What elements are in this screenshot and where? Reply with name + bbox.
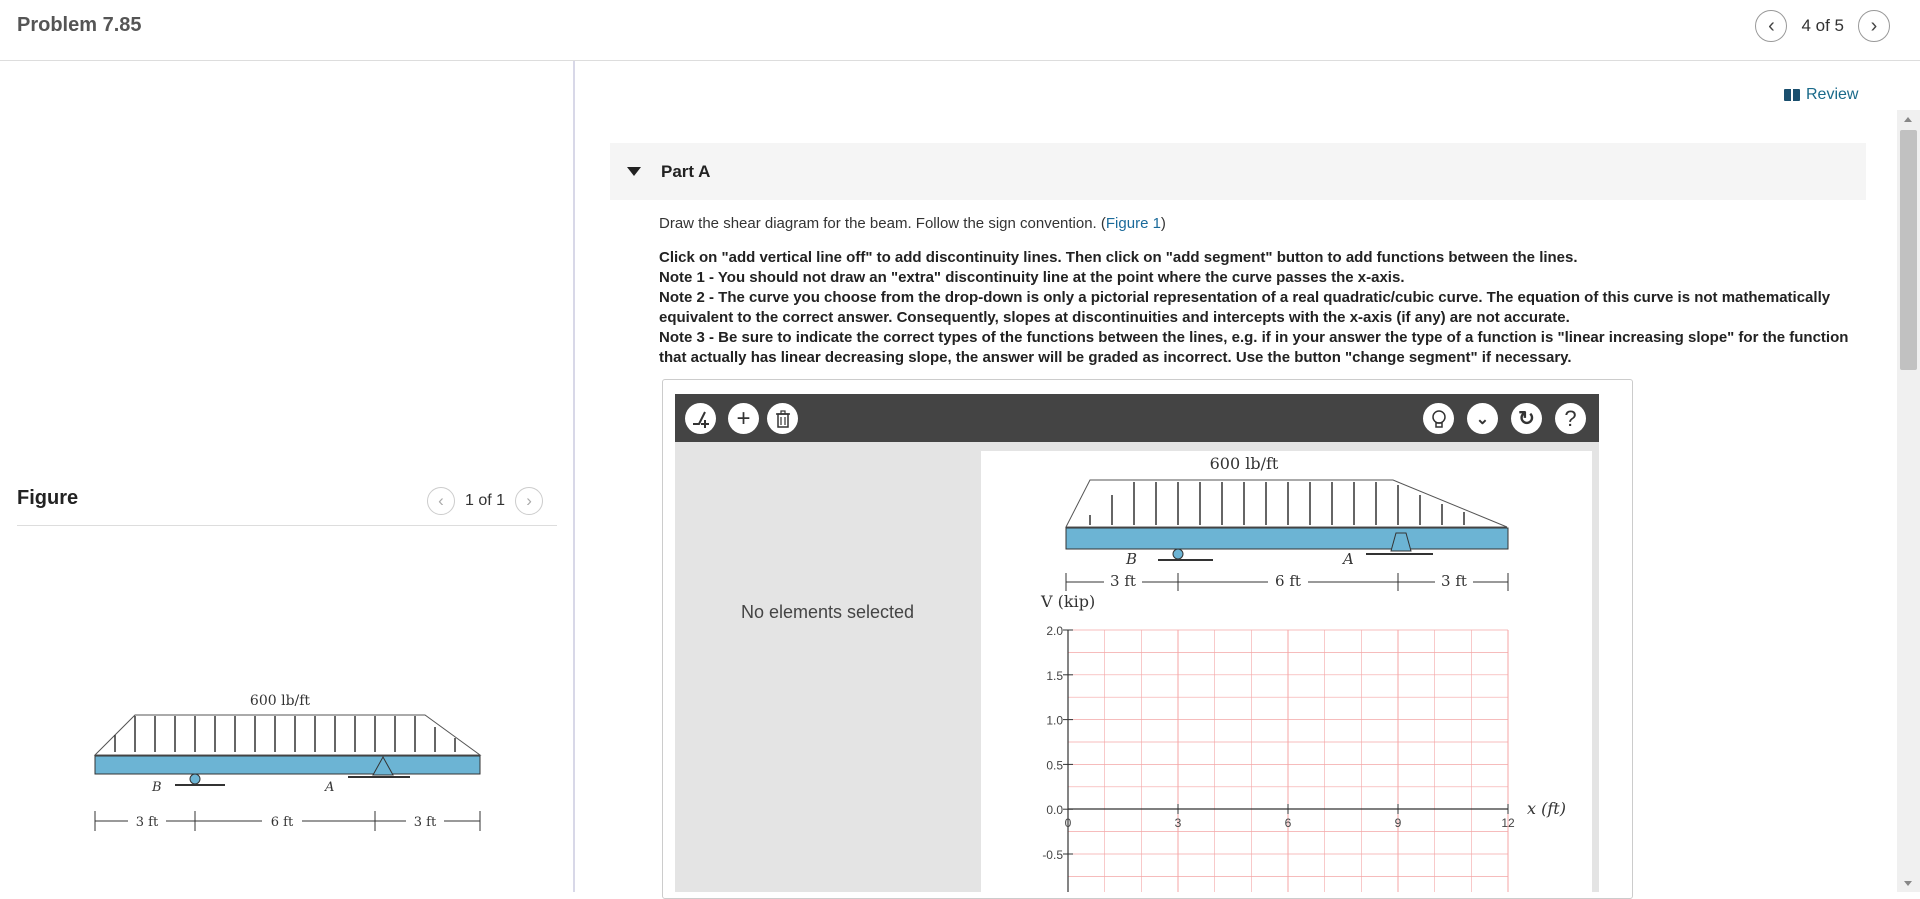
drawing-canvas[interactable]: 600 lb/ft B A 3 ft 6 ft 3 ft V (kip) 2.0… — [981, 451, 1592, 892]
tool-support-a-label: A — [1341, 550, 1354, 568]
tool-load-arrows — [1089, 482, 1465, 525]
note-line: Note 1 - You should not draw an "extra" … — [659, 269, 1405, 286]
prev-figure-button[interactable]: ‹ — [427, 487, 455, 515]
figure-pager: ‹ 1 of 1 › — [427, 487, 544, 515]
tool-beam — [1065, 527, 1509, 550]
figure-dim-1: 3 ft — [136, 815, 159, 830]
scroll-up-icon[interactable] — [1904, 117, 1912, 122]
beam-figure: 600 lb/ft B A 3 ft 6 ft 3 ft — [93, 693, 482, 831]
x-tick-label: 3 — [1175, 816, 1182, 830]
y-tick-label: -0.5 — [1042, 848, 1063, 862]
top-bar: Problem 7.85 ‹ 4 of 5 › — [0, 0, 1920, 61]
help-icon: ? — [1564, 405, 1577, 431]
figure-load-label: 600 lb/ft — [250, 693, 311, 709]
chevron-left-icon: ‹ — [1768, 14, 1775, 37]
figure-pane: Figure ‹ 1 of 1 › 600 lb/ft B A 3 ft 6 f… — [0, 61, 575, 892]
figure-divider — [17, 525, 557, 526]
problem-title: Problem 7.85 — [17, 14, 142, 36]
figure-load-outline — [93, 714, 482, 756]
problem-count: 4 of 5 — [1801, 16, 1844, 35]
graph-x-ticks: 0 3 6 9 12 — [1065, 804, 1515, 830]
chevron-right-icon: › — [1870, 14, 1878, 37]
trash-icon — [775, 409, 790, 428]
problem-pager: ‹ 4 of 5 › — [1755, 10, 1890, 42]
prev-problem-button[interactable]: ‹ — [1755, 10, 1788, 42]
part-a-header[interactable]: Part A — [610, 143, 1866, 200]
instruction-close: ) — [1160, 215, 1166, 232]
properties-panel: No elements selected — [675, 442, 980, 892]
chevron-down-icon: ⌄ — [1475, 410, 1490, 428]
book-icon — [1784, 89, 1800, 101]
instruction-text: Draw the shear diagram for the beam. Fol… — [659, 215, 1106, 232]
tool-support-b-label: B — [1125, 550, 1137, 568]
hint-bulb-icon — [1431, 409, 1446, 428]
figure-support-a-label: A — [324, 780, 334, 795]
drawing-svg[interactable]: 600 lb/ft B A 3 ft 6 ft 3 ft V (kip) 2.0… — [981, 451, 1592, 892]
figure-load-arrows — [114, 716, 456, 752]
figure-count: 1 of 1 — [465, 492, 506, 509]
figure-title: Figure — [17, 487, 79, 509]
figure-dim-2: 6 ft — [271, 815, 294, 830]
tool-load-outline — [1065, 479, 1508, 528]
figure-roller-b — [189, 773, 201, 785]
x-tick-label: 0 — [1065, 816, 1072, 830]
x-tick-label: 6 — [1285, 816, 1292, 830]
chevron-left-icon: ‹ — [438, 491, 444, 510]
y-tick-label: 0.0 — [1046, 803, 1063, 817]
plus-icon: + — [736, 404, 751, 432]
chevron-right-icon: › — [526, 491, 532, 510]
review-link[interactable]: Review — [1784, 86, 1858, 104]
scrollbar-thumb[interactable] — [1900, 130, 1917, 370]
figure-link[interactable]: Figure 1 — [1106, 215, 1161, 232]
page-scrollbar[interactable] — [1897, 110, 1920, 892]
next-problem-button[interactable]: › — [1858, 10, 1890, 42]
reset-icon: ↻ — [1518, 408, 1535, 430]
note-line: Note 2 - The curve you choose from the d… — [659, 289, 1831, 326]
part-notes: Click on "add vertical line off" to add … — [659, 248, 1859, 368]
add-segment-button[interactable]: + — [728, 403, 759, 434]
help-button[interactable]: ? — [1555, 403, 1586, 434]
delete-button[interactable] — [767, 403, 798, 434]
hint-button[interactable] — [1423, 403, 1454, 434]
graph-y-label: V (kip) — [1040, 592, 1095, 611]
part-instruction: Draw the shear diagram for the beam. Fol… — [659, 215, 1859, 232]
graph-grid — [1067, 629, 1509, 892]
part-a-label: Part A — [661, 162, 711, 181]
next-figure-button[interactable]: › — [515, 487, 544, 515]
y-tick-label: 1.0 — [1046, 714, 1063, 728]
review-label: Review — [1806, 86, 1859, 103]
x-tick-label: 12 — [1501, 816, 1515, 830]
y-tick-label: 1.5 — [1046, 669, 1063, 683]
add-vertical-line-button[interactable] — [685, 403, 716, 434]
drawing-toolbar: + ⌄ ↻ ? — [675, 394, 1599, 442]
y-tick-label: 2.0 — [1046, 624, 1063, 638]
figure-dim-3: 3 ft — [414, 815, 437, 830]
tool-roller-b — [1172, 548, 1184, 560]
scroll-down-icon[interactable] — [1904, 881, 1912, 886]
add-vertical-line-icon — [692, 411, 709, 428]
collapse-triangle-icon[interactable] — [627, 167, 641, 176]
tool-dim-1: 3 ft — [1110, 572, 1136, 590]
tool-load-label: 600 lb/ft — [1210, 454, 1279, 473]
x-tick-label: 9 — [1395, 816, 1402, 830]
note-line: Note 3 - Be sure to indicate the correct… — [659, 329, 1849, 366]
note-line: Click on "add vertical line off" to add … — [659, 249, 1578, 266]
figure-beam — [94, 755, 481, 775]
reset-button[interactable]: ↻ — [1511, 403, 1542, 434]
selection-status: No elements selected — [740, 602, 915, 622]
graph-x-label: x (ft) — [1527, 799, 1566, 818]
y-tick-label: 0.5 — [1046, 758, 1063, 772]
options-dropdown-button[interactable]: ⌄ — [1467, 403, 1498, 434]
figure-support-b-label: B — [151, 780, 162, 795]
tool-dim-2: 6 ft — [1275, 572, 1301, 590]
tool-dim-3: 3 ft — [1441, 572, 1467, 590]
